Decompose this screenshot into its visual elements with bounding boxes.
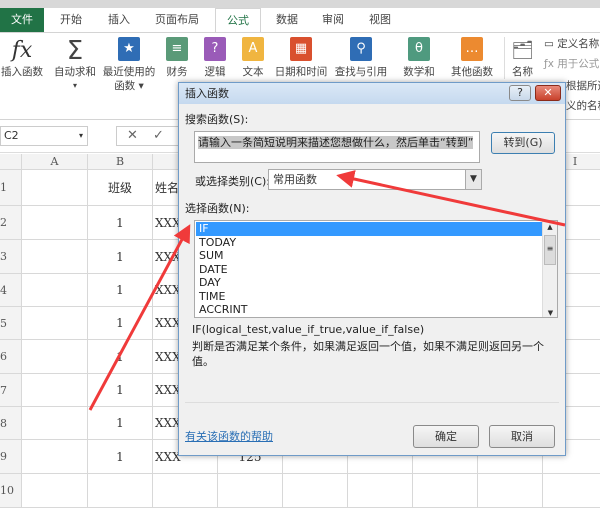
arrow-to-function-list	[88, 224, 191, 411]
annotation-arrows	[88, 170, 566, 411]
arrow-to-category	[336, 170, 566, 227]
